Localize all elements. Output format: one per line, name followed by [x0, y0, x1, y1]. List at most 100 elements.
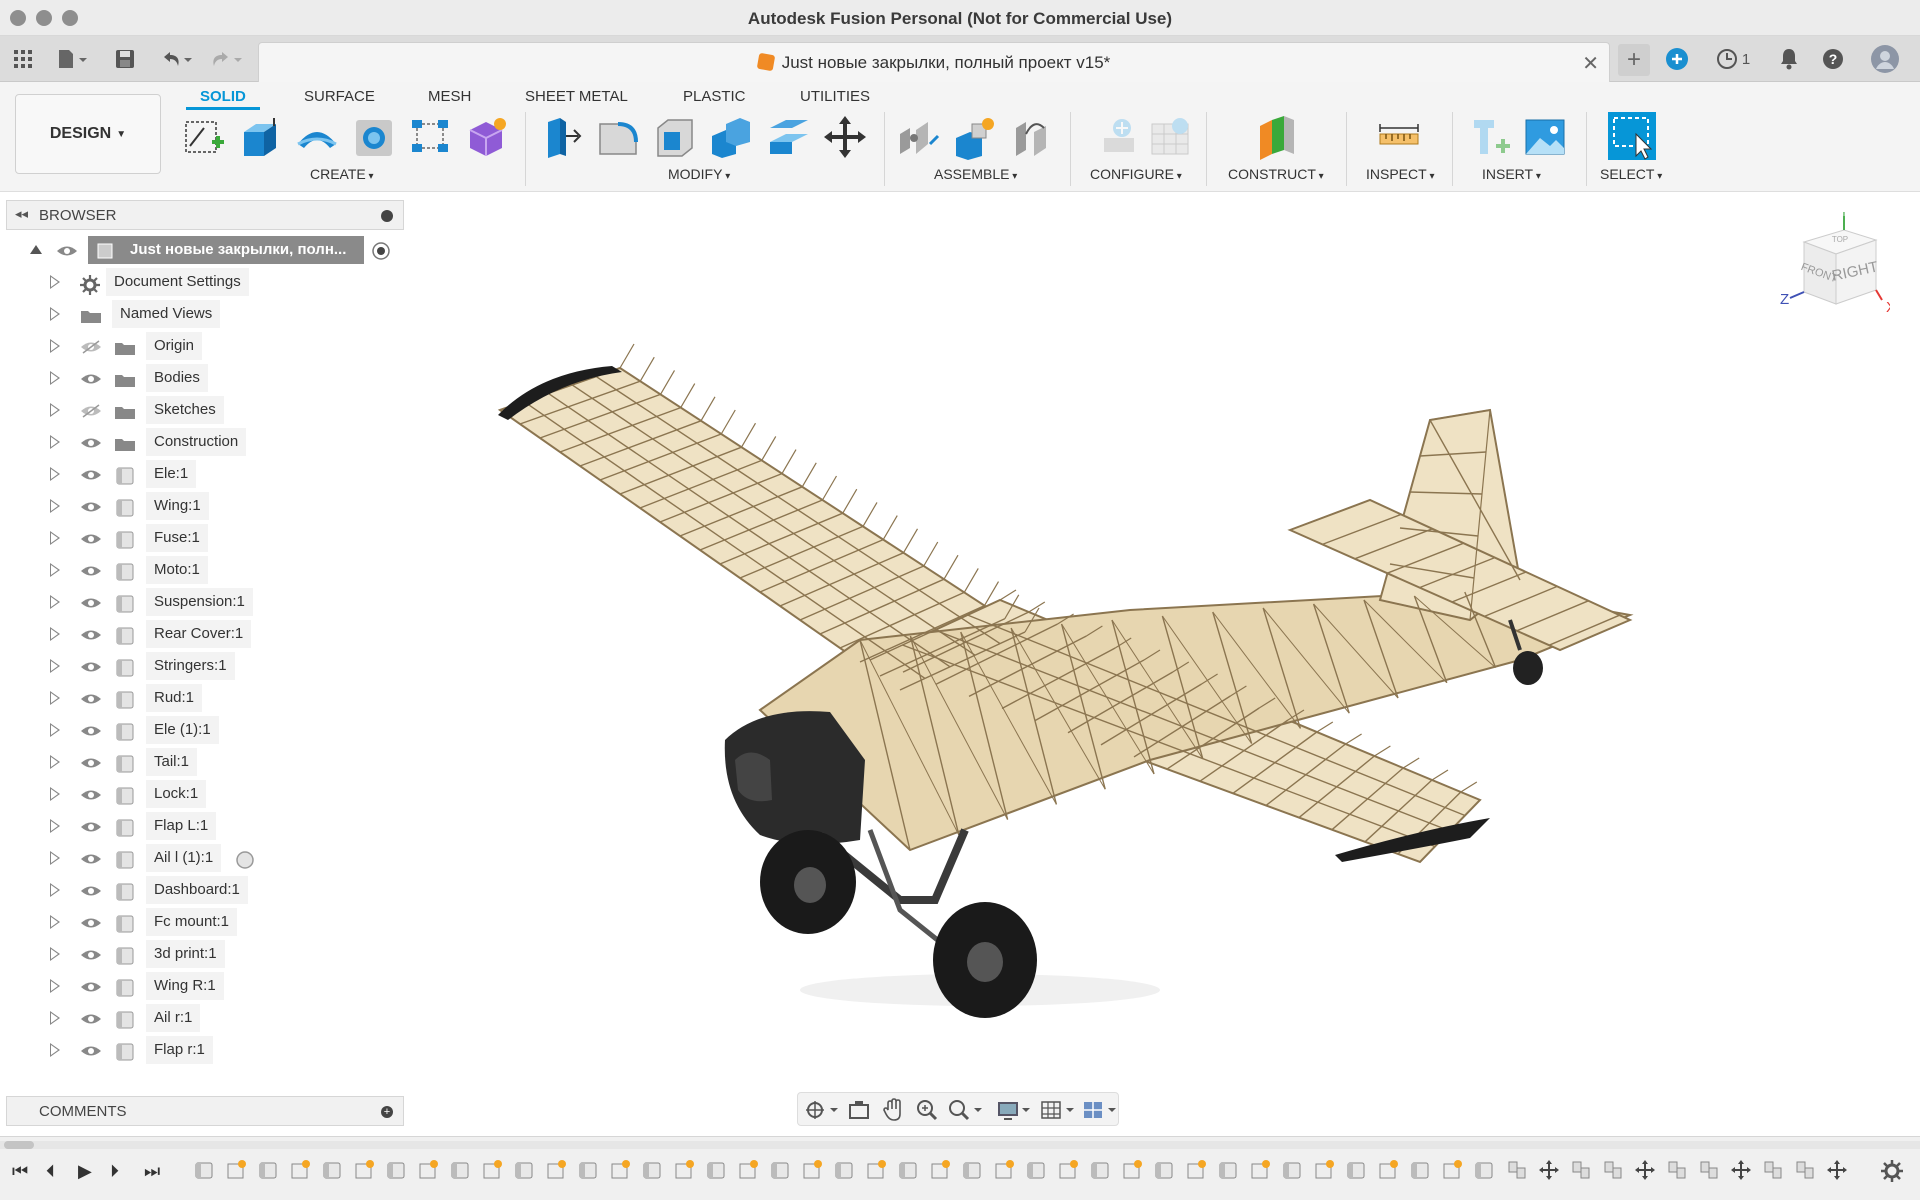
- expand-triangle-icon[interactable]: [50, 563, 60, 577]
- browser-tree-item[interactable]: Construction: [0, 428, 410, 460]
- expand-triangle-icon[interactable]: [50, 467, 60, 481]
- visibility-eye-icon[interactable]: [80, 628, 102, 642]
- move-copy-icon[interactable]: [822, 114, 868, 160]
- revolve-icon[interactable]: [294, 114, 340, 160]
- play-icon[interactable]: ▶: [78, 1161, 92, 1182]
- document-tab[interactable]: Just новые закрылки, полный проект v15* …: [258, 42, 1610, 82]
- 3d-viewport[interactable]: TOP FRONT RIGHT Y X Z: [410, 192, 1920, 1132]
- step-back-icon[interactable]: ⏴: [46, 1161, 55, 1182]
- activate-radio-icon[interactable]: [372, 242, 390, 260]
- joint-icon[interactable]: [896, 114, 942, 160]
- browser-tree-item[interactable]: Fuse:1: [0, 524, 410, 556]
- expand-triangle-icon[interactable]: [50, 723, 60, 737]
- viewports-icon[interactable]: [1082, 1099, 1118, 1121]
- activate-radio-icon[interactable]: [236, 851, 254, 869]
- timeline-component-icon[interactable]: [642, 1159, 664, 1181]
- fillet-icon[interactable]: [596, 114, 642, 160]
- expand-triangle-icon[interactable]: [50, 819, 60, 833]
- browser-tree-item[interactable]: Tail:1: [0, 748, 410, 780]
- timeline-component-icon[interactable]: [386, 1159, 408, 1181]
- offset-plane-icon[interactable]: [1254, 114, 1300, 160]
- expand-triangle-icon[interactable]: [50, 627, 60, 641]
- browser-tree-item[interactable]: Named Views: [0, 300, 410, 332]
- press-pull-icon[interactable]: [540, 114, 586, 160]
- timeline-sketch-icon[interactable]: [1442, 1159, 1464, 1181]
- file-menu-icon[interactable]: [52, 44, 92, 74]
- visibility-eye-icon[interactable]: [80, 372, 102, 386]
- timeline-sketch-icon[interactable]: [290, 1159, 312, 1181]
- collapse-triangle-icon[interactable]: [30, 245, 42, 254]
- timeline-settings-gear-icon[interactable]: [1880, 1159, 1904, 1183]
- expand-triangle-icon[interactable]: [50, 275, 60, 289]
- timeline-sketch-icon[interactable]: [1378, 1159, 1400, 1181]
- expand-triangle-icon[interactable]: [50, 595, 60, 609]
- tab-utilities[interactable]: UTILITIES: [800, 88, 870, 105]
- step-forward-icon[interactable]: ⏵: [110, 1161, 119, 1182]
- expand-triangle-icon[interactable]: [50, 371, 60, 385]
- timeline-sketch-icon[interactable]: [226, 1159, 248, 1181]
- expand-triangle-icon[interactable]: [50, 947, 60, 961]
- airplane-frame-model[interactable]: [410, 192, 1920, 1132]
- timeline-component-icon[interactable]: [1474, 1159, 1496, 1181]
- new-tab-plus-icon[interactable]: +: [1618, 44, 1650, 76]
- visibility-eye-icon[interactable]: [80, 948, 102, 962]
- browser-tree-item[interactable]: Document Settings: [0, 268, 410, 300]
- browser-tree-item[interactable]: Lock:1: [0, 780, 410, 812]
- timeline-sketch-icon[interactable]: [738, 1159, 760, 1181]
- expand-triangle-icon[interactable]: [50, 915, 60, 929]
- inspect-menu[interactable]: INSPECT: [1366, 166, 1435, 182]
- visibility-eye-icon[interactable]: [80, 564, 102, 578]
- visibility-eye-icon[interactable]: [80, 884, 102, 898]
- tab-plastic[interactable]: PLASTIC: [683, 88, 746, 105]
- expand-triangle-icon[interactable]: [50, 1011, 60, 1025]
- timeline-sketch-icon[interactable]: [1058, 1159, 1080, 1181]
- insert-menu[interactable]: INSERT: [1482, 166, 1541, 182]
- timeline-sketch-icon[interactable]: [610, 1159, 632, 1181]
- user-avatar[interactable]: [1870, 44, 1900, 74]
- tab-mesh[interactable]: MESH: [428, 88, 471, 105]
- timeline-sketch-icon[interactable]: [482, 1159, 504, 1181]
- timeline-component-icon[interactable]: [1282, 1159, 1304, 1181]
- fit-icon[interactable]: [948, 1099, 984, 1121]
- construct-menu[interactable]: CONSTRUCT: [1228, 166, 1324, 182]
- timeline-component-icon[interactable]: [1026, 1159, 1048, 1181]
- browser-tree-item[interactable]: Flap r:1: [0, 1036, 410, 1068]
- data-panel-grid-icon[interactable]: [10, 44, 36, 74]
- shell-icon[interactable]: [652, 114, 698, 160]
- browser-tree-item[interactable]: Moto:1: [0, 556, 410, 588]
- browser-tree-item[interactable]: Suspension:1: [0, 588, 410, 620]
- job-status-icon[interactable]: 1: [1708, 46, 1758, 72]
- as-built-joint-icon[interactable]: [1010, 114, 1056, 160]
- visibility-eye-icon[interactable]: [80, 820, 102, 834]
- go-to-start-icon[interactable]: ⏮: [12, 1161, 28, 1182]
- browser-tree-item[interactable]: Wing:1: [0, 492, 410, 524]
- expand-triangle-icon[interactable]: [50, 339, 60, 353]
- pan-hand-icon[interactable]: [882, 1098, 904, 1122]
- look-at-icon[interactable]: [848, 1099, 870, 1121]
- timeline-as-built-icon[interactable]: [1698, 1159, 1720, 1181]
- expand-triangle-icon[interactable]: [50, 307, 60, 321]
- combine-icon[interactable]: [708, 114, 754, 160]
- timeline-sketch-icon[interactable]: [802, 1159, 824, 1181]
- visibility-eye-icon[interactable]: [56, 244, 78, 258]
- extensions-icon[interactable]: [1664, 46, 1690, 72]
- browser-tree-item[interactable]: Ail r:1: [0, 1004, 410, 1036]
- expand-triangle-icon[interactable]: [50, 787, 60, 801]
- timeline-sketch-icon[interactable]: [1186, 1159, 1208, 1181]
- visibility-eye-icon[interactable]: [80, 1012, 102, 1026]
- timeline-scrollbar[interactable]: [0, 1141, 1920, 1149]
- create-menu[interactable]: CREATE: [310, 166, 374, 182]
- expand-triangle-icon[interactable]: [50, 755, 60, 769]
- timeline-sketch-icon[interactable]: [1314, 1159, 1336, 1181]
- timeline-component-icon[interactable]: [450, 1159, 472, 1181]
- timeline-as-built-icon[interactable]: [1506, 1159, 1528, 1181]
- visibility-eye-icon[interactable]: [80, 692, 102, 706]
- viewcube[interactable]: TOP FRONT RIGHT Y X Z: [1770, 204, 1896, 322]
- pattern-icon[interactable]: [408, 114, 454, 160]
- orbit-icon[interactable]: [804, 1099, 840, 1121]
- browser-tree-item[interactable]: Bodies: [0, 364, 410, 396]
- timeline-component-icon[interactable]: [834, 1159, 856, 1181]
- insert-derive-icon[interactable]: [1468, 114, 1514, 160]
- visibility-eye-icon[interactable]: [80, 724, 102, 738]
- tree-root[interactable]: Just новые закрылки, полн...: [0, 236, 410, 268]
